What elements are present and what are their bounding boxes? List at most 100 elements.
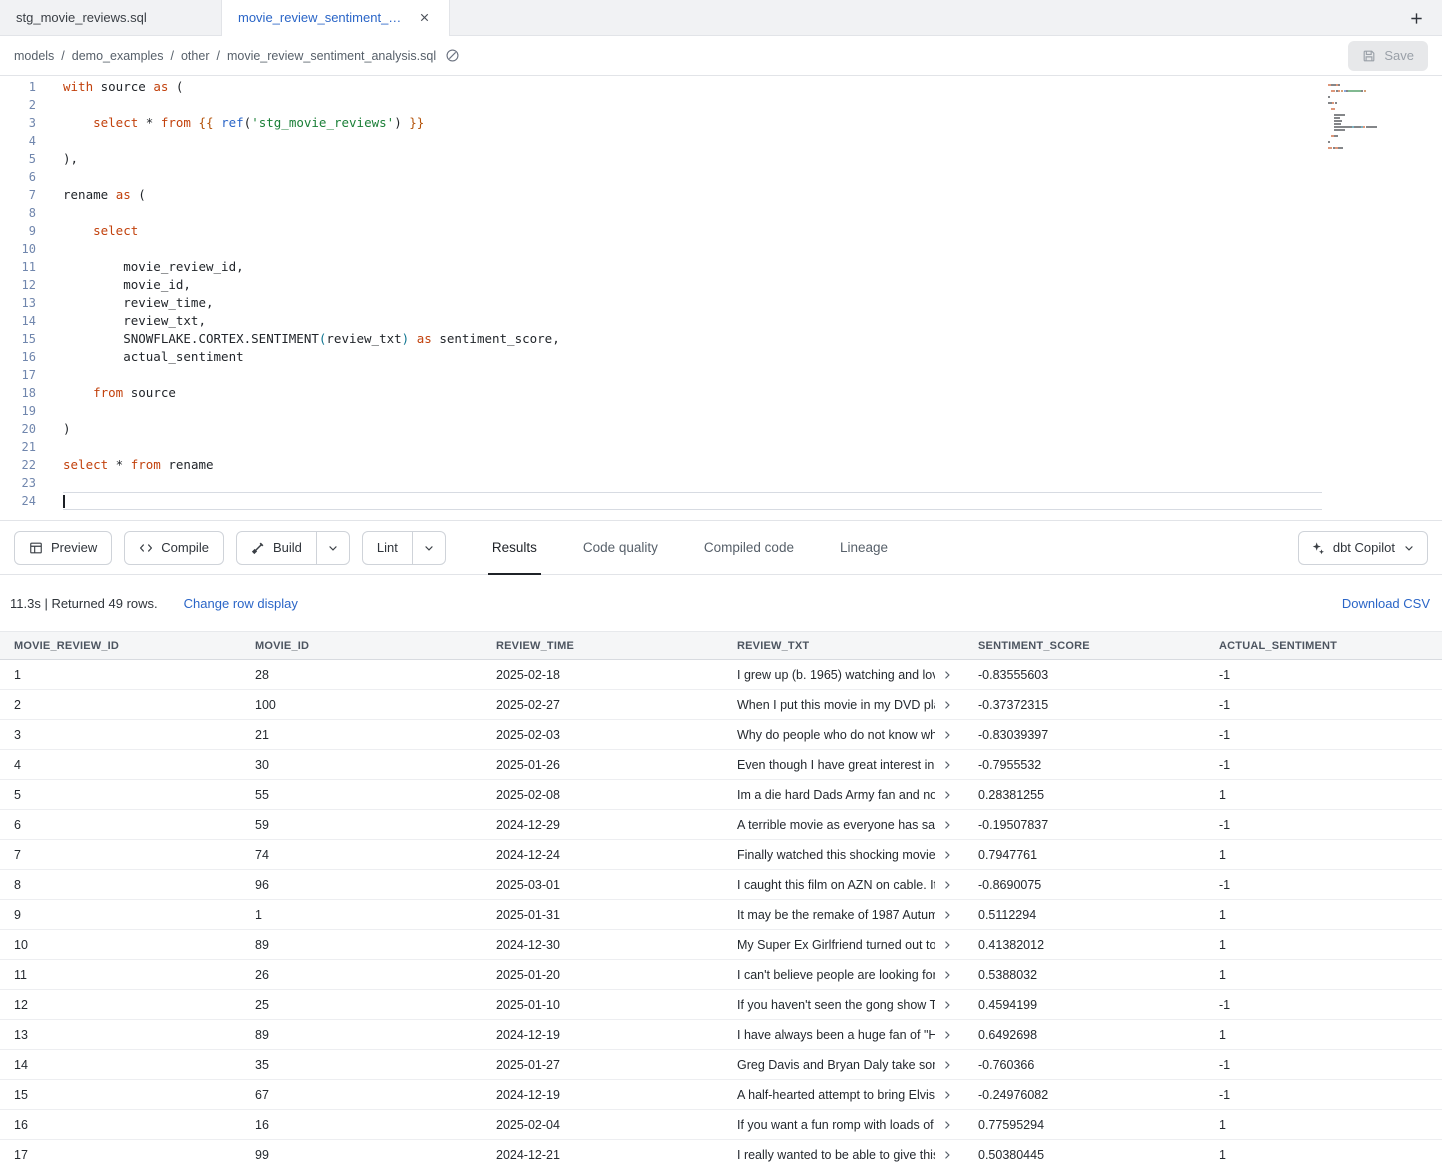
- code-line[interactable]: 4: [0, 132, 1442, 150]
- cell-movie-review-id: 5: [0, 788, 241, 802]
- cell-movie-review-id: 10: [0, 938, 241, 952]
- dbt-copilot-button[interactable]: dbt Copilot: [1298, 531, 1428, 565]
- expand-review-button[interactable]: [939, 1087, 955, 1103]
- code-line[interactable]: 10: [0, 240, 1442, 258]
- code-line[interactable]: 19: [0, 402, 1442, 420]
- close-icon[interactable]: [415, 9, 433, 27]
- save-button[interactable]: Save: [1348, 41, 1428, 71]
- code-line[interactable]: 15 SNOWFLAKE.CORTEX.SENTIMENT(review_txt…: [0, 330, 1442, 348]
- tab-compiled-code-label: Compiled code: [704, 540, 794, 555]
- expand-review-button[interactable]: [939, 757, 955, 773]
- code-line[interactable]: 14 review_txt,: [0, 312, 1442, 330]
- cell-sentiment-score: 0.6492698: [964, 1028, 1205, 1042]
- expand-review-button[interactable]: [939, 847, 955, 863]
- expand-review-button[interactable]: [939, 1147, 955, 1163]
- code-line[interactable]: 24: [0, 492, 1442, 510]
- code-line[interactable]: 1with source as (: [0, 78, 1442, 96]
- code-line[interactable]: 8: [0, 204, 1442, 222]
- cell-sentiment-score: -0.8690075: [964, 878, 1205, 892]
- expand-review-button[interactable]: [939, 877, 955, 893]
- code-line[interactable]: 2: [0, 96, 1442, 114]
- code-line[interactable]: 3 select * from {{ ref('stg_movie_review…: [0, 114, 1442, 132]
- query-summary: 11.3s | Returned 49 rows.: [10, 596, 158, 611]
- tab-stg-movie-reviews[interactable]: stg_movie_reviews.sql: [0, 0, 222, 35]
- cell-movie-id: 28: [241, 668, 482, 682]
- tab-results[interactable]: Results: [488, 521, 541, 575]
- review-text: If you want a fun romp with loads of s…: [737, 1118, 935, 1132]
- code-line[interactable]: 7rename as (: [0, 186, 1442, 204]
- code-line[interactable]: 11 movie_review_id,: [0, 258, 1442, 276]
- cell-movie-review-id: 12: [0, 998, 241, 1012]
- new-tab-button[interactable]: [1402, 0, 1430, 36]
- minimap[interactable]: [1328, 84, 1400, 156]
- build-button[interactable]: Build: [237, 532, 316, 564]
- review-text: Greg Davis and Bryan Daly take some …: [737, 1058, 935, 1072]
- code-line[interactable]: 12 movie_id,: [0, 276, 1442, 294]
- chevron-down-icon: [423, 542, 435, 554]
- lint-dropdown-button[interactable]: [412, 532, 445, 564]
- plus-icon: [1409, 11, 1424, 26]
- review-text: A half-hearted attempt to bring Elvis P…: [737, 1088, 935, 1102]
- expand-review-button[interactable]: [939, 1027, 955, 1043]
- cell-review-txt: I grew up (b. 1965) watching and lovin…: [723, 667, 964, 683]
- tab-movie-review-sentiment[interactable]: movie_review_sentiment_…: [222, 0, 450, 35]
- code-editor[interactable]: 1with source as (23 select * from {{ ref…: [0, 76, 1442, 521]
- code-line[interactable]: 21: [0, 438, 1442, 456]
- code-line[interactable]: 6: [0, 168, 1442, 186]
- save-icon: [1362, 49, 1376, 63]
- tab-results-label: Results: [492, 540, 537, 555]
- cell-movie-review-id: 8: [0, 878, 241, 892]
- code-line[interactable]: 18 from source: [0, 384, 1442, 402]
- expand-review-button[interactable]: [939, 667, 955, 683]
- expand-review-button[interactable]: [939, 967, 955, 983]
- review-text: I grew up (b. 1965) watching and lovin…: [737, 668, 935, 682]
- review-text: I can't believe people are looking for a…: [737, 968, 935, 982]
- cell-sentiment-score: -0.24976082: [964, 1088, 1205, 1102]
- expand-review-button[interactable]: [939, 697, 955, 713]
- expand-review-button[interactable]: [939, 997, 955, 1013]
- expand-review-button[interactable]: [939, 787, 955, 803]
- preview-button[interactable]: Preview: [14, 531, 112, 565]
- tab-code-quality[interactable]: Code quality: [579, 521, 662, 575]
- tab-compiled-code[interactable]: Compiled code: [700, 521, 798, 575]
- expand-review-button[interactable]: [939, 817, 955, 833]
- cell-actual-sentiment: 1: [1205, 1118, 1442, 1132]
- line-number: 22: [0, 456, 36, 474]
- cell-actual-sentiment: 1: [1205, 1148, 1442, 1162]
- cell-review-txt: Im a die hard Dads Army fan and nothi…: [723, 787, 964, 803]
- code-line[interactable]: 23: [0, 474, 1442, 492]
- review-text: Finally watched this shocking movie la…: [737, 848, 935, 862]
- review-text: I have always been a huge fan of "Hom…: [737, 1028, 935, 1042]
- code-line[interactable]: 5),: [0, 150, 1442, 168]
- code-line[interactable]: 20): [0, 420, 1442, 438]
- compile-button[interactable]: Compile: [124, 531, 224, 565]
- review-text: It may be the remake of 1987 Autumn'…: [737, 908, 935, 922]
- download-csv-link[interactable]: Download CSV: [1342, 596, 1432, 611]
- expand-review-button[interactable]: [939, 727, 955, 743]
- code-line[interactable]: 22select * from rename: [0, 456, 1442, 474]
- lint-button[interactable]: Lint: [363, 532, 412, 564]
- code-line[interactable]: 9 select: [0, 222, 1442, 240]
- line-number: 24: [0, 492, 36, 510]
- review-text: A terrible movie as everyone has said. …: [737, 818, 935, 832]
- expand-review-button[interactable]: [939, 1057, 955, 1073]
- line-number: 11: [0, 258, 36, 276]
- chevron-down-icon: [1403, 542, 1415, 554]
- expand-review-button[interactable]: [939, 907, 955, 923]
- change-row-display-link[interactable]: Change row display: [184, 596, 298, 611]
- tab-lineage[interactable]: Lineage: [836, 521, 892, 575]
- code-line[interactable]: 16 actual_sentiment: [0, 348, 1442, 366]
- cell-movie-id: 89: [241, 938, 482, 952]
- cell-review-txt: If you haven't seen the gong show TV s…: [723, 997, 964, 1013]
- cell-actual-sentiment: -1: [1205, 728, 1442, 742]
- cell-review-txt: Finally watched this shocking movie la…: [723, 847, 964, 863]
- cell-review-txt: I caught this film on AZN on cable. It s…: [723, 877, 964, 893]
- code-line[interactable]: 17: [0, 366, 1442, 384]
- cell-review-time: 2025-03-01: [482, 878, 723, 892]
- table-row: 7742024-12-24Finally watched this shocki…: [0, 840, 1442, 870]
- expand-review-button[interactable]: [939, 1117, 955, 1133]
- expand-review-button[interactable]: [939, 937, 955, 953]
- action-toolbar: Preview Compile Build Lint Results Code …: [0, 521, 1442, 575]
- code-line[interactable]: 13 review_time,: [0, 294, 1442, 312]
- build-dropdown-button[interactable]: [316, 532, 349, 564]
